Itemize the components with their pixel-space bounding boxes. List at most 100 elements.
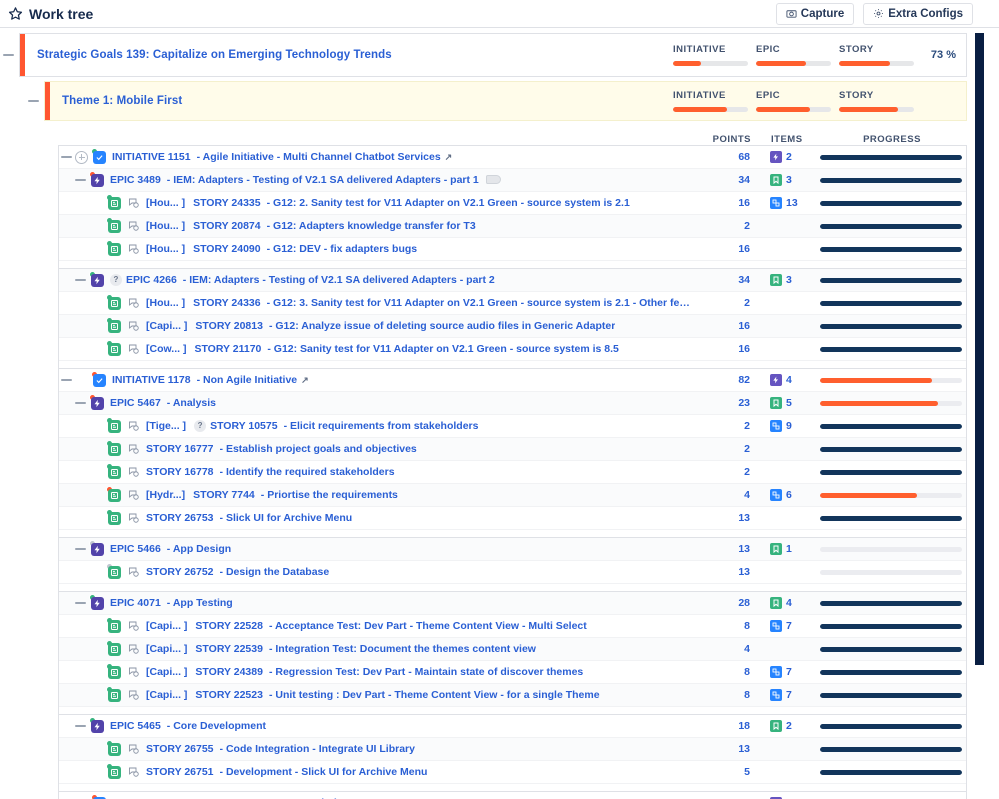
table-row[interactable]: ? EPIC 4266 - IEM: Adapters - Testing of V… (59, 269, 966, 292)
issue-summary[interactable]: - Regression Test: Dev Part - Maintain s… (269, 666, 583, 678)
issue-summary[interactable]: - Code Integration - Integrate UI Librar… (220, 743, 415, 755)
issue-key[interactable]: INITIATIVE 1151 (112, 151, 191, 163)
vertical-scrollbar-thumb[interactable] (975, 33, 984, 665)
issue-summary[interactable]: - IEM: Adapters - Testing of V2.1 SA del… (167, 174, 501, 186)
issue-key[interactable]: STORY 7744 (193, 489, 255, 501)
comment-icon[interactable] (127, 512, 142, 525)
row-expand-toggle[interactable] (73, 396, 87, 410)
comment-icon[interactable] (127, 643, 142, 656)
comment-icon[interactable] (127, 466, 142, 479)
row-expand-toggle[interactable] (73, 719, 87, 733)
issue-summary[interactable]: - Establish project goals and objectives (220, 443, 417, 455)
issue-summary[interactable]: - Development - Slick UI for Archive Men… (220, 766, 428, 778)
help-icon[interactable]: ? (110, 274, 122, 286)
issue-key[interactable]: STORY 24090 (193, 243, 261, 255)
issue-key[interactable]: STORY 26751 (146, 766, 214, 778)
issue-key[interactable]: STORY 22523 (195, 689, 263, 701)
extra-configs-button[interactable]: Extra Configs (863, 3, 973, 25)
external-link-icon[interactable]: ↗ (301, 375, 309, 385)
add-child-icon[interactable] (75, 151, 88, 164)
issue-key[interactable]: STORY 16777 (146, 443, 214, 455)
comment-icon[interactable] (127, 766, 142, 779)
table-row[interactable]: STORY 26755- Code Integration - Integrat… (59, 738, 966, 761)
table-row[interactable]: EPIC 3489 - IEM: Adapters - Testing of V2… (59, 169, 966, 192)
issue-summary[interactable]: - G12: 2. Sanity test for V11 Adapter on… (267, 197, 630, 209)
row-expand-toggle[interactable] (73, 542, 87, 556)
table-row[interactable]: EPIC 5466- App Design131 (59, 538, 966, 561)
table-row[interactable]: STORY 26752- Design the Database13 (59, 561, 966, 584)
issue-summary[interactable]: - Priortise the requirements (261, 489, 398, 501)
comment-icon[interactable] (127, 489, 142, 502)
issue-summary[interactable]: - App Design (167, 543, 231, 555)
issue-summary[interactable]: - G12: DEV - fix adapters bugs (267, 243, 418, 255)
comment-icon[interactable] (127, 243, 142, 256)
table-row[interactable]: [Capi... ]STORY 24389- Regression Test: … (59, 661, 966, 684)
issue-summary[interactable]: - Agile Initiative - Multi Channel Chatb… (197, 151, 453, 163)
comment-icon[interactable] (127, 220, 142, 233)
comment-icon[interactable] (127, 320, 142, 333)
issue-key[interactable]: STORY 24389 (195, 666, 263, 678)
table-row[interactable]: STORY 26753- Slick UI for Archive Menu13 (59, 507, 966, 530)
table-row[interactable]: INITIATIVE 1178- Non Agile Initiative↗82… (59, 369, 966, 392)
comment-icon[interactable] (127, 689, 142, 702)
issue-summary[interactable]: - Acceptance Test: Dev Part - Theme Cont… (269, 620, 587, 632)
table-row[interactable]: [Capi... ]STORY 22528- Acceptance Test: … (59, 615, 966, 638)
comment-icon[interactable] (127, 666, 142, 679)
table-row[interactable]: EPIC 5465- Core Development182 (59, 715, 966, 738)
table-row[interactable]: +INITIATIVE 506- UI: FFE_CBI - Term Tren… (59, 792, 966, 799)
issue-key[interactable]: EPIC 5465 (110, 720, 161, 732)
row-expand-toggle[interactable] (73, 596, 87, 610)
table-row[interactable]: [Hou... ]STORY 24336- G12: 3. Sanity tes… (59, 292, 966, 315)
issue-key[interactable]: EPIC 5467 (110, 397, 161, 409)
issue-key[interactable]: STORY 26752 (146, 566, 214, 578)
row-expand-toggle[interactable] (59, 373, 73, 387)
table-row[interactable]: EPIC 4071- App Testing284 (59, 592, 966, 615)
issue-summary[interactable]: - IEM: Adapters - Testing of V2.1 SA del… (183, 274, 495, 286)
issue-summary[interactable]: - Design the Database (220, 566, 330, 578)
issue-key[interactable]: STORY 26753 (146, 512, 214, 524)
issue-summary[interactable]: - App Testing (167, 597, 233, 609)
issue-key[interactable]: EPIC 3489 (110, 174, 161, 186)
issue-summary[interactable]: - Unit testing : Dev Part - Theme Conten… (269, 689, 600, 701)
theme-row[interactable]: Theme 1: Mobile First INITIATIVE EPIC ST… (44, 81, 967, 121)
table-row[interactable]: [Capi... ]STORY 22523- Unit testing : De… (59, 684, 966, 707)
goal-collapse-toggle[interactable] (0, 34, 16, 76)
issue-summary[interactable]: - Non Agile Initiative↗ (197, 374, 309, 386)
comment-icon[interactable] (127, 566, 142, 579)
table-row[interactable]: [Cow... ]STORY 21170- G12: Sanity test f… (59, 338, 966, 361)
row-expand-toggle[interactable] (73, 173, 87, 187)
comment-icon[interactable] (127, 620, 142, 633)
issue-key[interactable]: STORY 20874 (193, 220, 261, 232)
issue-summary[interactable]: - Slick UI for Archive Menu (220, 512, 353, 524)
comment-icon[interactable] (127, 197, 142, 210)
comment-icon[interactable] (127, 743, 142, 756)
issue-key[interactable]: STORY 24336 (193, 297, 261, 309)
issue-summary[interactable]: - G12: Adapters knowledge transfer for T… (267, 220, 476, 232)
table-row[interactable]: STORY 26751 - Development - Slick UI for … (59, 761, 966, 784)
table-row[interactable]: EPIC 5467- Analysis235 (59, 392, 966, 415)
issue-key[interactable]: EPIC 4266 (126, 274, 177, 286)
table-row[interactable]: INITIATIVE 1151 - Agile Initiative - Mult… (59, 146, 966, 169)
capture-button[interactable]: Capture (776, 3, 854, 25)
comment-icon[interactable] (127, 343, 142, 356)
comment-icon[interactable] (127, 297, 142, 310)
issue-summary[interactable]: - Identify the required stakeholders (220, 466, 395, 478)
issue-summary[interactable]: - Analysis (167, 397, 216, 409)
table-row[interactable]: [Capi... ]STORY 22539- Integration Test:… (59, 638, 966, 661)
issue-summary[interactable]: - G12: Sanity test for V11 Adapter on V2… (267, 343, 619, 355)
issue-summary[interactable]: - Elicit requirements from stakeholders (284, 420, 479, 432)
row-expand-toggle[interactable] (59, 150, 73, 164)
issue-summary[interactable]: - Core Development (167, 720, 266, 732)
strategic-goal-row[interactable]: Strategic Goals 139: Capitalize on Emerg… (19, 33, 967, 77)
issue-key[interactable]: STORY 16778 (146, 466, 214, 478)
help-icon[interactable]: ? (194, 420, 206, 432)
issue-key[interactable]: EPIC 4071 (110, 597, 161, 609)
table-row[interactable]: [Hydr...]STORY 7744- Priortise the requi… (59, 484, 966, 507)
issue-summary[interactable]: - Integration Test: Document the themes … (269, 643, 536, 655)
issue-key[interactable]: STORY 21170 (194, 343, 261, 355)
issue-key[interactable]: EPIC 5466 (110, 543, 161, 555)
table-row[interactable]: [Hou... ]STORY 24335- G12: 2. Sanity tes… (59, 192, 966, 215)
theme-collapse-toggle[interactable] (25, 82, 41, 120)
issue-key[interactable]: INITIATIVE 1178 (112, 374, 191, 386)
issue-key[interactable]: STORY 24335 (193, 197, 261, 209)
